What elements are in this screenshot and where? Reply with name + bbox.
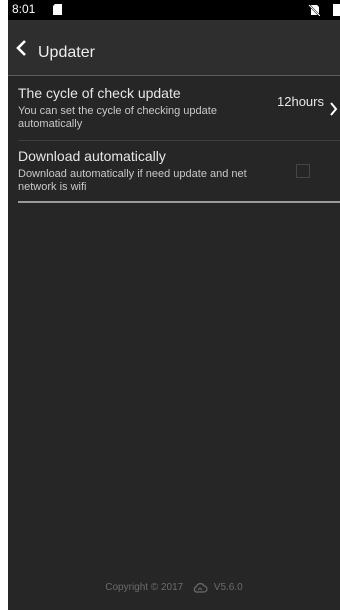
setting-item-auto-download[interactable]: Download automatically Download automati… bbox=[8, 141, 340, 203]
cloud-icon bbox=[193, 582, 208, 593]
chevron-right-icon bbox=[330, 102, 338, 116]
setting-item-check-cycle[interactable]: The cycle of check update You can set th… bbox=[8, 76, 340, 140]
no-sim-icon bbox=[308, 4, 320, 16]
app-bar: Updater bbox=[8, 20, 340, 76]
status-bar: 8:01 bbox=[8, 0, 340, 20]
setting-subtitle: You can set the cycle of checking update… bbox=[18, 105, 217, 130]
setting-title: Download automatically bbox=[18, 148, 166, 164]
auto-download-checkbox[interactable] bbox=[296, 164, 310, 178]
status-time: 8:01 bbox=[12, 2, 36, 16]
divider bbox=[18, 201, 340, 203]
setting-title: The cycle of check update bbox=[18, 85, 181, 101]
copyright-text: Copyright © 2017 bbox=[105, 582, 184, 593]
page-title: Updater bbox=[38, 44, 95, 61]
chevron-left-icon[interactable] bbox=[14, 39, 28, 57]
setting-subtitle: Download automatically if need update an… bbox=[18, 168, 247, 193]
version-text: V5.6.0 bbox=[213, 582, 243, 593]
setting-value: 12hours bbox=[277, 94, 324, 109]
screen: 8:01 Updater The cycle of check update Y… bbox=[8, 0, 340, 610]
battery-icon bbox=[333, 4, 340, 16]
sd-card-icon bbox=[53, 4, 62, 15]
footer: Copyright © 2017 V5.6.0 bbox=[8, 582, 340, 593]
